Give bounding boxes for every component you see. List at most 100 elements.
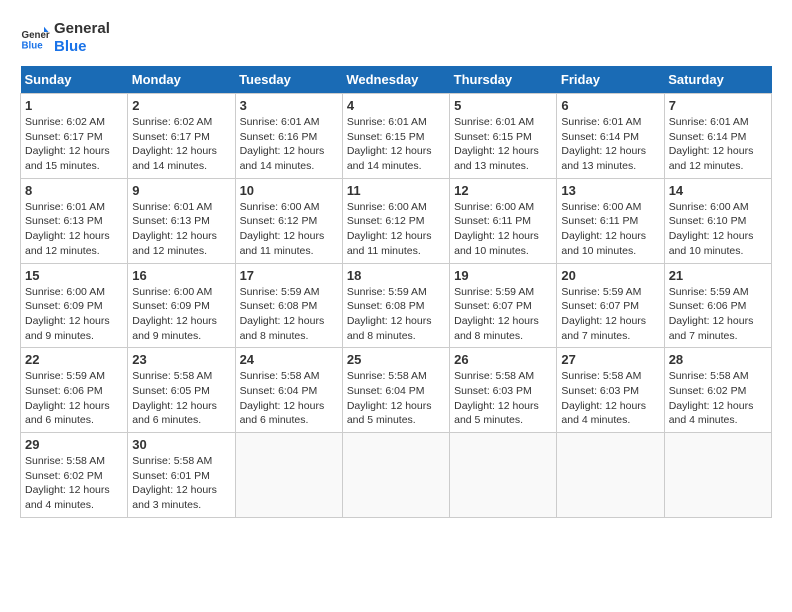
day-detail: Sunrise: 6:01 AM Sunset: 6:13 PM Dayligh… bbox=[132, 200, 230, 259]
day-detail: Sunrise: 6:00 AM Sunset: 6:12 PM Dayligh… bbox=[347, 200, 445, 259]
day-of-week-header: Monday bbox=[128, 66, 235, 94]
calendar-day-cell: 8 Sunrise: 6:01 AM Sunset: 6:13 PM Dayli… bbox=[21, 178, 128, 263]
header-row: SundayMondayTuesdayWednesdayThursdayFrid… bbox=[21, 66, 772, 94]
calendar-day-cell: 29 Sunrise: 5:58 AM Sunset: 6:02 PM Dayl… bbox=[21, 433, 128, 518]
day-number: 7 bbox=[669, 98, 767, 113]
day-number: 3 bbox=[240, 98, 338, 113]
calendar-day-cell: 18 Sunrise: 5:59 AM Sunset: 6:08 PM Dayl… bbox=[342, 263, 449, 348]
calendar-empty-cell bbox=[450, 433, 557, 518]
day-number: 14 bbox=[669, 183, 767, 198]
day-number: 17 bbox=[240, 268, 338, 283]
day-number: 20 bbox=[561, 268, 659, 283]
day-detail: Sunrise: 5:58 AM Sunset: 6:04 PM Dayligh… bbox=[240, 369, 338, 428]
day-number: 23 bbox=[132, 352, 230, 367]
calendar-day-cell: 4 Sunrise: 6:01 AM Sunset: 6:15 PM Dayli… bbox=[342, 94, 449, 179]
calendar-day-cell: 1 Sunrise: 6:02 AM Sunset: 6:17 PM Dayli… bbox=[21, 94, 128, 179]
day-number: 11 bbox=[347, 183, 445, 198]
calendar-day-cell: 6 Sunrise: 6:01 AM Sunset: 6:14 PM Dayli… bbox=[557, 94, 664, 179]
calendar-day-cell: 17 Sunrise: 5:59 AM Sunset: 6:08 PM Dayl… bbox=[235, 263, 342, 348]
logo-icon: General Blue bbox=[20, 23, 50, 53]
calendar-day-cell: 3 Sunrise: 6:01 AM Sunset: 6:16 PM Dayli… bbox=[235, 94, 342, 179]
day-number: 26 bbox=[454, 352, 552, 367]
calendar-day-cell: 25 Sunrise: 5:58 AM Sunset: 6:04 PM Dayl… bbox=[342, 348, 449, 433]
day-of-week-header: Wednesday bbox=[342, 66, 449, 94]
calendar-day-cell: 24 Sunrise: 5:58 AM Sunset: 6:04 PM Dayl… bbox=[235, 348, 342, 433]
calendar-day-cell: 28 Sunrise: 5:58 AM Sunset: 6:02 PM Dayl… bbox=[664, 348, 771, 433]
calendar-week-row: 1 Sunrise: 6:02 AM Sunset: 6:17 PM Dayli… bbox=[21, 94, 772, 179]
day-number: 21 bbox=[669, 268, 767, 283]
calendar-day-cell: 14 Sunrise: 6:00 AM Sunset: 6:10 PM Dayl… bbox=[664, 178, 771, 263]
day-of-week-header: Friday bbox=[557, 66, 664, 94]
day-detail: Sunrise: 5:59 AM Sunset: 6:07 PM Dayligh… bbox=[454, 285, 552, 344]
calendar-day-cell: 22 Sunrise: 5:59 AM Sunset: 6:06 PM Dayl… bbox=[21, 348, 128, 433]
calendar-empty-cell bbox=[557, 433, 664, 518]
calendar-empty-cell bbox=[664, 433, 771, 518]
calendar-day-cell: 23 Sunrise: 5:58 AM Sunset: 6:05 PM Dayl… bbox=[128, 348, 235, 433]
day-number: 9 bbox=[132, 183, 230, 198]
calendar-empty-cell bbox=[235, 433, 342, 518]
calendar-week-row: 29 Sunrise: 5:58 AM Sunset: 6:02 PM Dayl… bbox=[21, 433, 772, 518]
calendar-day-cell: 12 Sunrise: 6:00 AM Sunset: 6:11 PM Dayl… bbox=[450, 178, 557, 263]
day-detail: Sunrise: 5:58 AM Sunset: 6:04 PM Dayligh… bbox=[347, 369, 445, 428]
day-detail: Sunrise: 5:58 AM Sunset: 6:03 PM Dayligh… bbox=[561, 369, 659, 428]
day-detail: Sunrise: 5:58 AM Sunset: 6:02 PM Dayligh… bbox=[669, 369, 767, 428]
calendar-day-cell: 9 Sunrise: 6:01 AM Sunset: 6:13 PM Dayli… bbox=[128, 178, 235, 263]
day-detail: Sunrise: 5:59 AM Sunset: 6:06 PM Dayligh… bbox=[669, 285, 767, 344]
day-detail: Sunrise: 6:01 AM Sunset: 6:15 PM Dayligh… bbox=[454, 115, 552, 174]
day-number: 8 bbox=[25, 183, 123, 198]
calendar-day-cell: 10 Sunrise: 6:00 AM Sunset: 6:12 PM Dayl… bbox=[235, 178, 342, 263]
day-number: 10 bbox=[240, 183, 338, 198]
page-header: General Blue General Blue bbox=[20, 20, 772, 56]
calendar-week-row: 8 Sunrise: 6:01 AM Sunset: 6:13 PM Dayli… bbox=[21, 178, 772, 263]
calendar-day-cell: 7 Sunrise: 6:01 AM Sunset: 6:14 PM Dayli… bbox=[664, 94, 771, 179]
day-number: 18 bbox=[347, 268, 445, 283]
day-number: 24 bbox=[240, 352, 338, 367]
day-detail: Sunrise: 6:00 AM Sunset: 6:11 PM Dayligh… bbox=[561, 200, 659, 259]
calendar-day-cell: 15 Sunrise: 6:00 AM Sunset: 6:09 PM Dayl… bbox=[21, 263, 128, 348]
day-detail: Sunrise: 5:59 AM Sunset: 6:07 PM Dayligh… bbox=[561, 285, 659, 344]
day-number: 30 bbox=[132, 437, 230, 452]
calendar-day-cell: 30 Sunrise: 5:58 AM Sunset: 6:01 PM Dayl… bbox=[128, 433, 235, 518]
day-detail: Sunrise: 5:58 AM Sunset: 6:05 PM Dayligh… bbox=[132, 369, 230, 428]
calendar-day-cell: 27 Sunrise: 5:58 AM Sunset: 6:03 PM Dayl… bbox=[557, 348, 664, 433]
calendar-day-cell: 5 Sunrise: 6:01 AM Sunset: 6:15 PM Dayli… bbox=[450, 94, 557, 179]
day-number: 4 bbox=[347, 98, 445, 113]
day-of-week-header: Saturday bbox=[664, 66, 771, 94]
calendar-day-cell: 21 Sunrise: 5:59 AM Sunset: 6:06 PM Dayl… bbox=[664, 263, 771, 348]
day-detail: Sunrise: 6:02 AM Sunset: 6:17 PM Dayligh… bbox=[132, 115, 230, 174]
calendar-day-cell: 13 Sunrise: 6:00 AM Sunset: 6:11 PM Dayl… bbox=[557, 178, 664, 263]
day-number: 29 bbox=[25, 437, 123, 452]
day-detail: Sunrise: 5:58 AM Sunset: 6:02 PM Dayligh… bbox=[25, 454, 123, 513]
calendar-day-cell: 11 Sunrise: 6:00 AM Sunset: 6:12 PM Dayl… bbox=[342, 178, 449, 263]
day-number: 19 bbox=[454, 268, 552, 283]
calendar-day-cell: 20 Sunrise: 5:59 AM Sunset: 6:07 PM Dayl… bbox=[557, 263, 664, 348]
day-detail: Sunrise: 6:01 AM Sunset: 6:14 PM Dayligh… bbox=[561, 115, 659, 174]
day-number: 25 bbox=[347, 352, 445, 367]
day-detail: Sunrise: 6:00 AM Sunset: 6:11 PM Dayligh… bbox=[454, 200, 552, 259]
day-detail: Sunrise: 6:01 AM Sunset: 6:14 PM Dayligh… bbox=[669, 115, 767, 174]
day-number: 13 bbox=[561, 183, 659, 198]
calendar-empty-cell bbox=[342, 433, 449, 518]
day-detail: Sunrise: 6:00 AM Sunset: 6:09 PM Dayligh… bbox=[25, 285, 123, 344]
day-detail: Sunrise: 6:01 AM Sunset: 6:16 PM Dayligh… bbox=[240, 115, 338, 174]
day-number: 16 bbox=[132, 268, 230, 283]
day-detail: Sunrise: 6:00 AM Sunset: 6:09 PM Dayligh… bbox=[132, 285, 230, 344]
calendar-week-row: 22 Sunrise: 5:59 AM Sunset: 6:06 PM Dayl… bbox=[21, 348, 772, 433]
day-number: 5 bbox=[454, 98, 552, 113]
day-detail: Sunrise: 5:58 AM Sunset: 6:03 PM Dayligh… bbox=[454, 369, 552, 428]
day-detail: Sunrise: 5:59 AM Sunset: 6:08 PM Dayligh… bbox=[240, 285, 338, 344]
svg-text:Blue: Blue bbox=[22, 41, 44, 52]
day-number: 27 bbox=[561, 352, 659, 367]
calendar-table: SundayMondayTuesdayWednesdayThursdayFrid… bbox=[20, 66, 772, 518]
day-detail: Sunrise: 6:01 AM Sunset: 6:15 PM Dayligh… bbox=[347, 115, 445, 174]
day-number: 22 bbox=[25, 352, 123, 367]
calendar-week-row: 15 Sunrise: 6:00 AM Sunset: 6:09 PM Dayl… bbox=[21, 263, 772, 348]
day-detail: Sunrise: 6:00 AM Sunset: 6:10 PM Dayligh… bbox=[669, 200, 767, 259]
day-detail: Sunrise: 5:59 AM Sunset: 6:08 PM Dayligh… bbox=[347, 285, 445, 344]
calendar-day-cell: 26 Sunrise: 5:58 AM Sunset: 6:03 PM Dayl… bbox=[450, 348, 557, 433]
day-number: 2 bbox=[132, 98, 230, 113]
day-number: 12 bbox=[454, 183, 552, 198]
calendar-day-cell: 2 Sunrise: 6:02 AM Sunset: 6:17 PM Dayli… bbox=[128, 94, 235, 179]
calendar-day-cell: 19 Sunrise: 5:59 AM Sunset: 6:07 PM Dayl… bbox=[450, 263, 557, 348]
day-number: 28 bbox=[669, 352, 767, 367]
